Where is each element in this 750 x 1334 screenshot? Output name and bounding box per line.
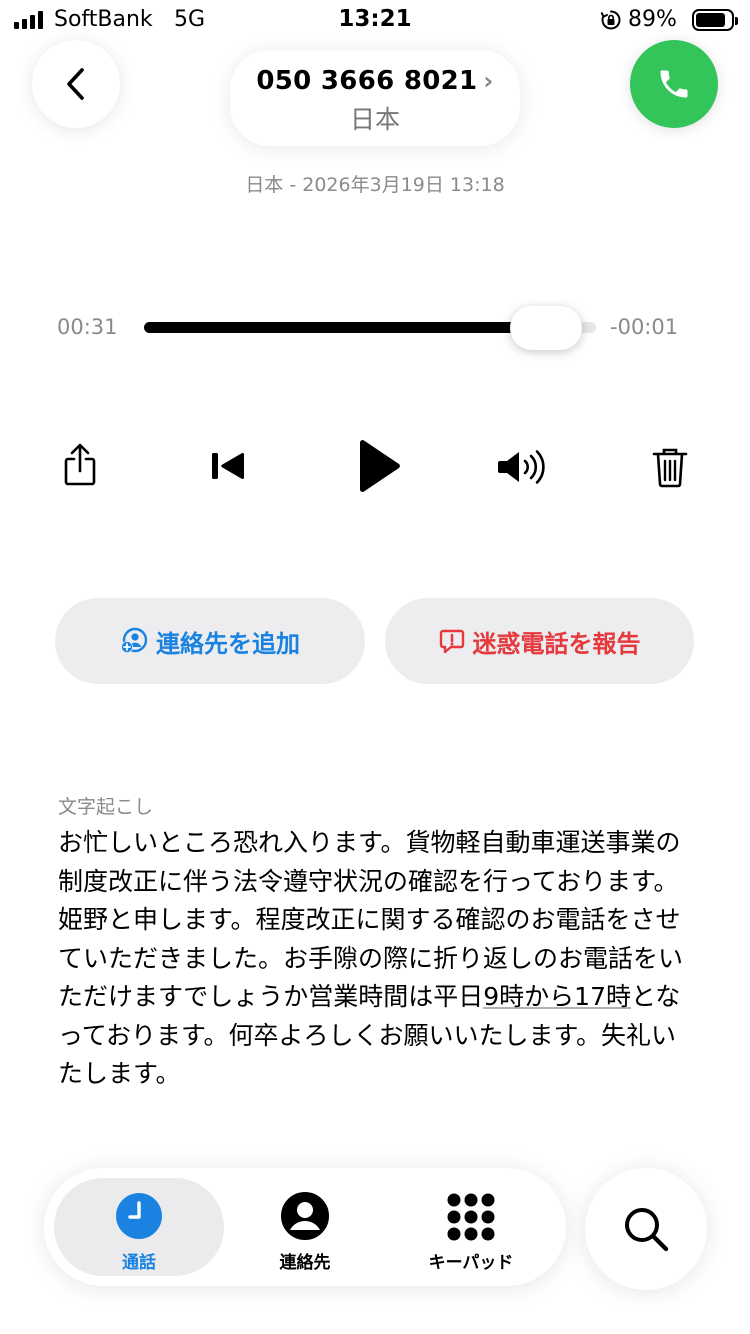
tab-calls[interactable]: 通話 [54,1178,224,1276]
clock-icon [116,1193,162,1239]
share-icon [64,443,96,486]
tab-keypad-label: キーパッド [428,1253,514,1273]
business-hours-link[interactable]: 9時から17時 [483,982,631,1011]
person-circle-icon [281,1192,329,1240]
caller-number: 050 3666 8021 › [256,66,494,96]
tab-contacts[interactable]: 連絡先 [220,1178,390,1276]
transcript-label: 文字起こし [58,796,154,818]
report-spam-label: 迷惑電話を報告 [472,629,641,658]
elapsed-time: 00:31 [57,315,118,339]
back-button[interactable] [32,40,120,128]
skip-back-icon [212,452,245,480]
delete-button[interactable] [650,444,690,490]
share-button[interactable] [56,440,104,490]
tab-calls-label: 通話 [122,1253,156,1273]
transcript-text: お忙しいところ恐れ入ります。貨物軽自動車運送事業の制度改正に伴う法令遵守状況の確… [58,824,698,1094]
tab-keypad[interactable]: キーパッド [386,1178,556,1276]
rotation-lock-icon [600,10,621,30]
scrubber-knob[interactable] [510,306,582,350]
keypad-icon [447,1193,495,1241]
tab-bar: 通話 連絡先 キーパッド [44,1168,566,1286]
add-contact-icon [121,627,148,653]
remaining-time: -00:01 [610,315,679,339]
chevron-left-icon [67,68,84,100]
play-icon [360,440,400,492]
search-icon [625,1208,669,1252]
skip-back-button[interactable] [206,446,250,486]
tab-contacts-label: 連絡先 [279,1253,331,1273]
chevron-right-icon: › [483,67,494,95]
call-back-button[interactable] [630,40,718,128]
caller-country: 日本 [349,105,400,134]
caller-info-button[interactable]: 050 3666 8021 › 日本 [230,50,520,146]
battery-icon [692,9,738,31]
report-bubble-icon [439,629,464,654]
add-contact-label: 連絡先を追加 [156,629,300,658]
phone-icon [660,70,688,98]
speaker-icon [498,450,545,484]
play-button[interactable] [350,436,406,496]
add-contact-button[interactable]: 連絡先を追加 [55,598,365,684]
call-meta: 日本 - 2026年3月19日 13:18 [245,174,505,196]
status-bar: SoftBank 5G 13:21 89% [0,0,750,42]
battery-percent: 89% [628,7,677,32]
trash-icon [652,448,688,488]
search-button[interactable] [585,1168,707,1290]
report-spam-button[interactable]: 迷惑電話を報告 [385,598,694,684]
speaker-button[interactable] [494,446,550,488]
